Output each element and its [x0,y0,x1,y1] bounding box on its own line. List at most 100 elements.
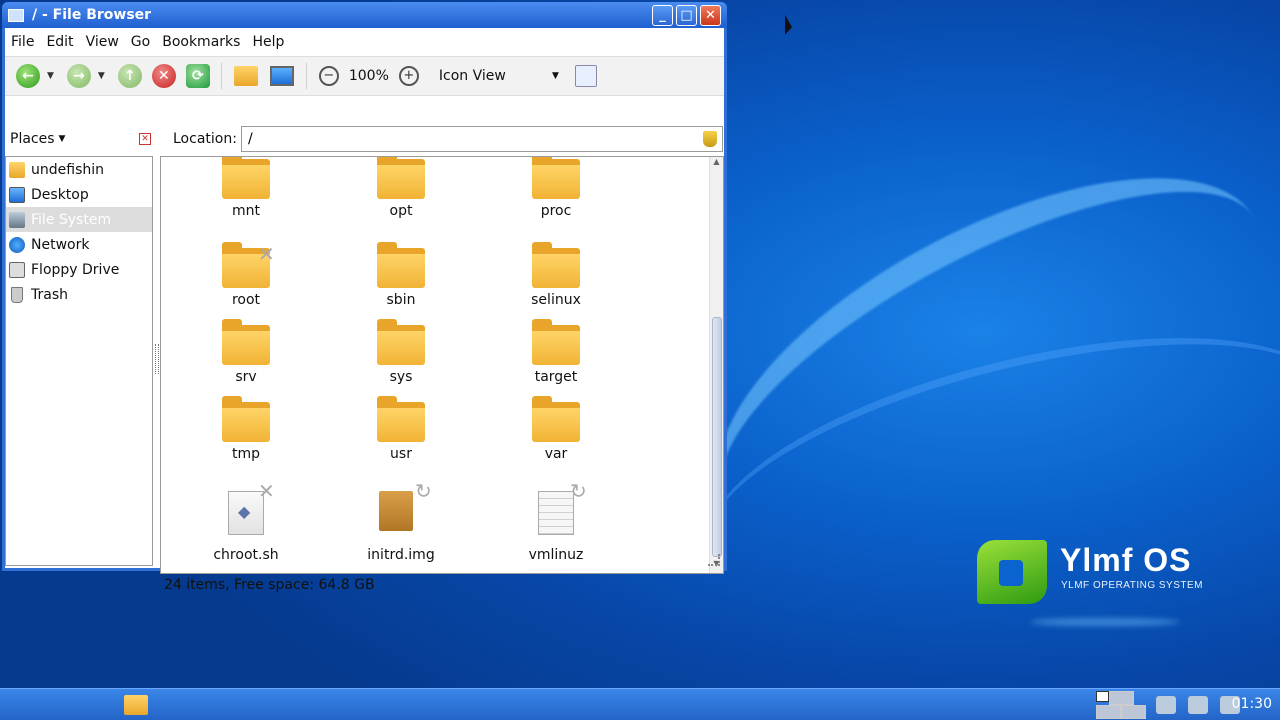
sidebar-item-label: Network [31,236,90,253]
menu-help[interactable]: Help [252,34,284,50]
zoom-out-icon[interactable]: − [318,66,339,86]
location-label: Location: [173,131,237,147]
sidebar-item-label: undefishin [31,161,104,178]
vertical-scrollbar[interactable]: ▲ ▼ [709,157,723,573]
sidebar-item-filesystem[interactable]: File System [6,207,152,232]
minimize-button[interactable]: _ [652,4,673,26]
folder-item[interactable]: usr [341,390,461,470]
scrollbar-thumb[interactable] [712,317,722,557]
workspace-4[interactable] [1121,705,1146,719]
close-button[interactable]: ✕ [700,4,721,26]
view-mode-label: Icon View [438,68,506,84]
network-status-icon[interactable] [1156,696,1176,714]
home-folder-icon[interactable] [233,66,258,86]
close-sidebar-icon[interactable]: ✕ [139,133,151,145]
window-icon [8,8,24,22]
parent-folder-icon[interactable]: ↑ [117,64,142,88]
folder-item[interactable]: ✕ root [186,236,306,316]
taskbar: 01:30 [0,688,1280,720]
chevron-down-icon: ▼ [58,134,66,144]
places-sidebar: Places ▼ ✕ undefishin Desktop File Syste… [5,124,157,568]
places-header[interactable]: Places ▼ [5,124,157,154]
folder-icon [532,396,580,442]
folder-item[interactable]: proc [496,157,616,227]
menu-edit[interactable]: Edit [46,34,73,50]
file-name: mnt [232,203,260,219]
drive-icon [9,211,25,228]
symlink-emblem-icon: ↻ [415,479,432,503]
folder-item[interactable]: opt [341,157,461,227]
computer-icon[interactable] [269,66,294,86]
sidebar-item-home[interactable]: undefishin [6,157,152,182]
sidebar-item-desktop[interactable]: Desktop [6,182,152,207]
sidebar-item-network[interactable]: Network [6,232,152,257]
sidebar-item-trash[interactable]: Trash [6,282,152,307]
zoom-level: 100% [348,68,389,84]
location-bar: Location: [161,124,723,154]
location-input[interactable] [241,126,723,152]
workspace-1[interactable] [1096,691,1109,702]
window-client: File Edit View Go Bookmarks Help ← ▼ → ▼… [5,28,724,593]
back-icon[interactable]: ← [16,64,40,88]
volume-icon[interactable] [1188,696,1208,714]
back-history-dropdown-icon[interactable]: ▼ [47,71,54,81]
folder-icon [222,396,270,442]
file-name: usr [390,446,412,462]
file-view: mnt opt proc ✕ root sbin selinux srv sys… [160,156,724,574]
folder-icon [377,157,425,199]
folder-item[interactable]: selinux [496,236,616,316]
folder-icon [532,242,580,288]
sidebar-item-floppy[interactable]: Floppy Drive [6,257,152,282]
forward-history-dropdown-icon[interactable]: ▼ [98,71,105,81]
text-document-icon [538,491,574,535]
menu-file[interactable]: File [11,34,34,50]
clock[interactable]: 01:30 [1232,696,1272,712]
places-header-label: Places [10,131,55,147]
window-title: / - File Browser [32,7,152,23]
file-item[interactable]: ↻ vmlinuz [496,479,616,565]
workspace-2[interactable] [1109,691,1134,705]
resize-grip-icon[interactable] [708,554,720,566]
zoom-in-icon[interactable]: + [398,66,419,86]
file-name: sys [389,369,413,385]
folder-item[interactable]: var [496,390,616,470]
menu-go[interactable]: Go [131,34,150,50]
file-item[interactable]: ✕ chroot.sh [186,479,306,565]
folder-item[interactable]: sbin [341,236,461,316]
status-bar: 24 items, Free space: 64.8 GB [164,577,375,593]
folder-item[interactable]: srv [186,313,306,393]
folder-item[interactable]: mnt [186,157,306,227]
workspace-pager[interactable] [1096,691,1146,719]
folder-icon [532,319,580,365]
menu-view[interactable]: View [86,34,119,50]
home-folder-icon [9,161,25,178]
folder-icon [222,157,270,199]
network-icon [9,236,25,253]
clear-location-icon[interactable] [703,131,717,147]
pane-splitter-handle[interactable] [155,344,159,374]
workspace-3[interactable] [1096,705,1121,719]
window-titlebar[interactable]: / - File Browser _ □ ✕ [2,2,727,28]
archive-icon [379,491,413,531]
search-icon[interactable] [574,65,597,87]
file-name: root [231,292,261,308]
view-mode-select[interactable]: Icon View ▼ [439,68,559,84]
maximize-button[interactable]: □ [676,4,697,26]
no-access-emblem-icon: ✕ [258,242,275,266]
system-tray [1156,696,1240,714]
folder-icon [532,157,580,199]
forward-icon[interactable]: → [66,64,91,88]
ylmf-logo-icon [977,540,1047,604]
folder-item[interactable]: sys [341,313,461,393]
folder-item[interactable]: target [496,313,616,393]
folder-item[interactable]: tmp [186,390,306,470]
sidebar-item-label: File System [31,211,112,228]
desktop-icon [9,186,25,203]
reload-icon[interactable]: ⟳ [185,64,210,88]
file-item[interactable]: ↻ initrd.img [341,479,461,565]
scroll-up-arrow-icon[interactable]: ▲ [710,157,723,171]
menu-bookmarks[interactable]: Bookmarks [162,34,240,50]
taskbar-file-manager-icon[interactable] [124,695,148,715]
file-name: sbin [386,292,416,308]
stop-icon[interactable]: ✕ [151,64,176,88]
